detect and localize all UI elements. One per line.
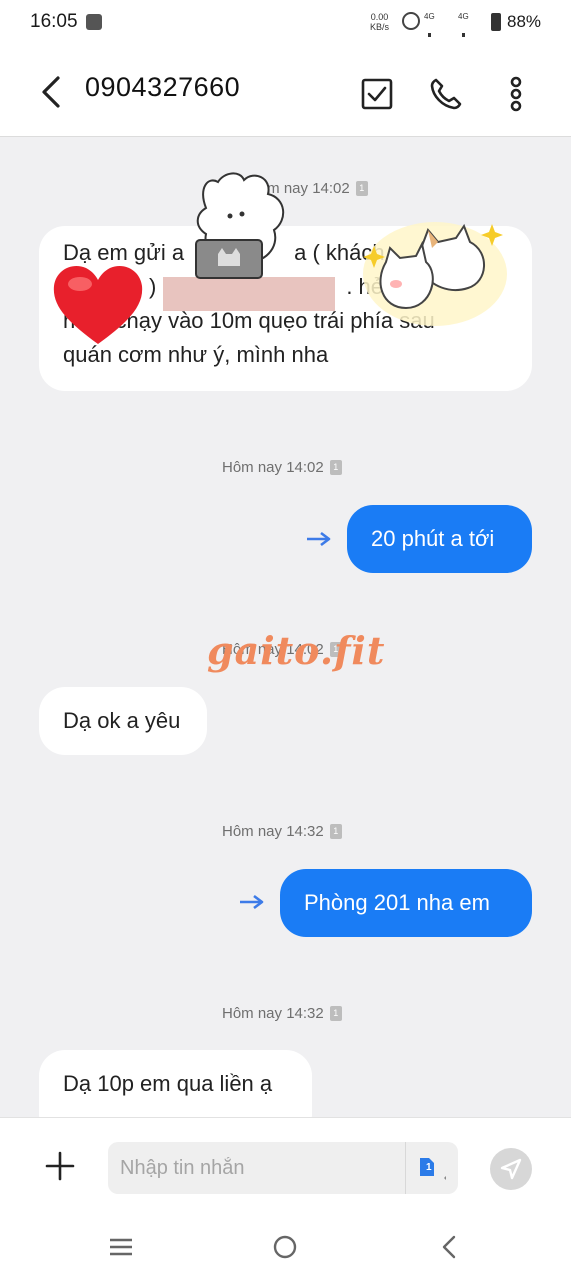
message-timestamp: Hôm nay 14:32 1 bbox=[222, 823, 342, 840]
timestamp-text: Hôm nay 14:32 bbox=[222, 823, 324, 840]
battery-icon bbox=[491, 13, 501, 31]
contact-title: 0904327660 bbox=[85, 72, 241, 102]
battery-percent: 88% bbox=[507, 12, 542, 31]
hotspot-icon bbox=[402, 12, 420, 30]
sim-badge-icon: 1 bbox=[329, 824, 342, 839]
more-icon[interactable] bbox=[496, 74, 536, 114]
message-timestamp: Hôm nay 14:32 1 bbox=[222, 1005, 342, 1022]
incoming-message[interactable]: Dạ ok a yêu bbox=[39, 687, 207, 755]
sent-arrow-icon bbox=[307, 531, 331, 547]
net-speed: 0.00 KB/s bbox=[370, 12, 389, 32]
incoming-message[interactable]: Dạ 10p em qua liền ạ bbox=[39, 1050, 312, 1117]
composer-bar: 1 bbox=[0, 1117, 571, 1218]
watermark-text: gaito.fit bbox=[207, 628, 386, 673]
sim-card-label: 1 bbox=[426, 1162, 432, 1173]
checklist-icon[interactable] bbox=[357, 74, 397, 114]
sim-badge-icon: 1 bbox=[355, 181, 368, 196]
nav-back-icon[interactable] bbox=[434, 1231, 466, 1263]
message-timestamp: Hôm nay 14:02 1 bbox=[222, 459, 342, 476]
notification-icon bbox=[86, 14, 102, 30]
cat-laptop-sticker-icon bbox=[195, 172, 284, 279]
sim-badge-icon: 1 bbox=[329, 1006, 342, 1021]
phone-icon[interactable] bbox=[426, 74, 466, 114]
timestamp-text: Hôm nay 14:02 bbox=[222, 459, 324, 476]
outgoing-message[interactable]: Phòng 201 nha em bbox=[280, 869, 532, 937]
conversation-header: 0904327660 bbox=[0, 48, 571, 137]
home-icon[interactable] bbox=[269, 1231, 301, 1263]
send-button[interactable] bbox=[490, 1148, 532, 1190]
plus-icon[interactable] bbox=[44, 1150, 76, 1182]
status-bar: 16:05 0.00 KB/s 4G 4G 88% bbox=[0, 0, 571, 91]
status-time: 16:05 bbox=[30, 11, 78, 32]
heart-sticker-icon bbox=[53, 266, 143, 344]
sent-arrow-icon bbox=[240, 894, 264, 910]
sim-badge-icon: 1 bbox=[329, 460, 342, 475]
system-navigation-bar bbox=[0, 1217, 571, 1280]
back-icon[interactable] bbox=[34, 72, 70, 112]
cats-sticker-icon bbox=[363, 222, 507, 326]
sim-card-icon bbox=[420, 1158, 446, 1180]
menu-icon[interactable] bbox=[105, 1231, 137, 1263]
net-speed-value: 0.00 bbox=[370, 12, 389, 22]
sim-select-button[interactable]: 1 bbox=[405, 1142, 459, 1194]
net-speed-unit: KB/s bbox=[370, 22, 390, 32]
redaction-block bbox=[163, 277, 335, 311]
outgoing-message[interactable]: 20 phút a tới bbox=[347, 505, 532, 573]
timestamp-text: Hôm nay 14:32 bbox=[222, 1005, 324, 1022]
send-icon bbox=[500, 1158, 522, 1180]
message-line-2-text-a: ) bbox=[149, 274, 157, 299]
